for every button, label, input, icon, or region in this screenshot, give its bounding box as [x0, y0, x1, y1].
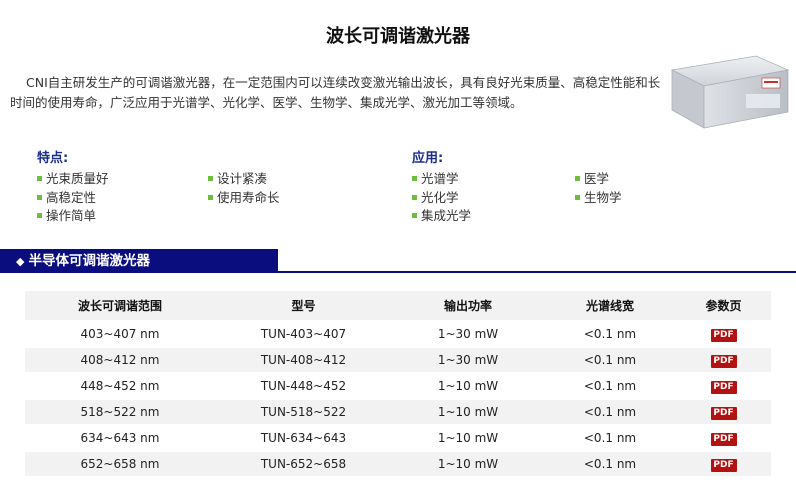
bullet-icon — [208, 176, 213, 181]
pdf-icon[interactable]: PDF — [710, 329, 737, 342]
bullet-icon — [412, 176, 417, 181]
bullet-icon — [575, 176, 580, 181]
table-cell: <0.1 nm — [544, 348, 676, 372]
column-header: 型号 — [215, 291, 392, 320]
pdf-icon[interactable]: PDF — [710, 407, 737, 420]
list-item: 光谱学 — [412, 170, 471, 189]
intro-text: CNI自主研发生产的可调谐激光器，在一定范围内可以连续改变激光输出波长，具有良好… — [10, 75, 661, 110]
list-item: 操作简单 — [37, 207, 109, 226]
features-list-2: 设计紧凑 使用寿命长 — [208, 170, 280, 207]
table-cell: 1~30 mW — [437, 327, 499, 341]
table-row: 448~452 nm TUN-448~452 1~10 mW <0.1 nm PDF — [25, 374, 771, 398]
column-header: 参数页 — [676, 291, 771, 320]
table-row: 518~522 nm TUN-518~522 1~10 mW <0.1 nm PDF — [25, 400, 771, 424]
list-item: 设计紧凑 — [208, 170, 280, 189]
diamond-icon: ◆ — [16, 255, 25, 268]
table-cell: <0.1 nm — [583, 431, 637, 445]
table-cell: <0.1 nm — [544, 400, 676, 424]
table-cell: TUN-448~452 — [260, 379, 347, 393]
list-item: 生物学 — [575, 189, 622, 208]
table-row: 408~412 nm TUN-408~412 1~30 mW <0.1 nm PDF — [25, 348, 771, 372]
column-header: 输出功率 — [392, 291, 544, 320]
table-cell: 448~452 nm — [80, 379, 160, 393]
list-item: 医学 — [575, 170, 622, 189]
column-header: 波长可调谐范围 — [25, 291, 215, 320]
spec-table: 波长可调谐范围 型号 输出功率 光谱线宽 参数页 403~407 nm TUN-4… — [25, 289, 771, 478]
table-cell: 634~643 nm — [80, 431, 160, 445]
applications-list-2: 医学 生物学 — [575, 170, 622, 207]
list-item: 高稳定性 — [37, 189, 109, 208]
table-cell: PDF — [676, 322, 771, 346]
table-row: 403~407 nm TUN-403~407 1~30 mW <0.1 nm PDF — [25, 322, 771, 346]
table-row: 652~658 nm TUN-652~658 1~10 mW <0.1 nm PDF — [25, 452, 771, 476]
bullet-icon — [37, 194, 42, 200]
table-cell: TUN-403~407 — [260, 327, 347, 341]
list-item: 光化学 — [412, 189, 471, 208]
bullet-icon — [412, 213, 417, 218]
banner-divider — [278, 271, 796, 273]
table-cell: 403~407 nm — [80, 327, 160, 341]
table-cell: PDF — [676, 374, 771, 398]
table-cell: PDF — [676, 426, 771, 450]
table-cell: 408~412 nm — [25, 348, 215, 372]
features-list-1: 光束质量好 高稳定性 操作简单 — [37, 170, 109, 226]
pdf-icon[interactable]: PDF — [710, 355, 737, 368]
table-cell: 518~522 nm — [25, 400, 215, 424]
table-cell: PDF — [676, 452, 771, 476]
table-cell: <0.1 nm — [544, 452, 676, 476]
bullet-icon — [37, 213, 42, 218]
bullet-icon — [575, 194, 580, 200]
table-cell: TUN-634~643 — [260, 431, 347, 445]
section-banner: ◆ 半导体可调谐激光器 — [0, 249, 278, 273]
table-cell: 1~10 mW — [437, 431, 499, 445]
table-cell: TUN-652~658 — [215, 452, 392, 476]
bullet-icon — [412, 194, 417, 200]
pdf-icon[interactable]: PDF — [710, 459, 737, 472]
table-cell: PDF — [676, 348, 771, 372]
table-cell: 1~30 mW — [392, 348, 544, 372]
table-cell: <0.1 nm — [583, 327, 637, 341]
table-cell: 1~10 mW — [392, 452, 544, 476]
page-title: 波长可调谐激光器 — [326, 26, 470, 47]
list-item: 集成光学 — [412, 207, 471, 226]
product-image — [670, 55, 790, 129]
table-cell: <0.1 nm — [583, 379, 637, 393]
applications-heading: 应用: — [412, 151, 444, 166]
list-item: 使用寿命长 — [208, 189, 280, 208]
table-cell: TUN-408~412 — [215, 348, 392, 372]
table-header-row: 波长可调谐范围 型号 输出功率 光谱线宽 参数页 — [25, 291, 771, 320]
table-cell: TUN-518~522 — [215, 400, 392, 424]
table-cell: 1~10 mW — [392, 400, 544, 424]
features-heading: 特点: — [37, 151, 69, 166]
bullet-icon — [208, 194, 213, 200]
table-cell: 652~658 nm — [25, 452, 215, 476]
pdf-icon[interactable]: PDF — [710, 433, 737, 446]
section-banner-title: 半导体可调谐激光器 — [28, 253, 150, 269]
column-header: 光谱线宽 — [544, 291, 676, 320]
pdf-icon[interactable]: PDF — [710, 381, 737, 394]
table-row: 634~643 nm TUN-634~643 1~10 mW <0.1 nm PDF — [25, 426, 771, 450]
table-cell: 1~10 mW — [437, 379, 499, 393]
bullet-icon — [37, 176, 42, 181]
list-item: 光束质量好 — [37, 170, 109, 189]
table-cell: PDF — [676, 400, 771, 424]
applications-list-1: 光谱学 光化学 集成光学 — [412, 170, 471, 226]
